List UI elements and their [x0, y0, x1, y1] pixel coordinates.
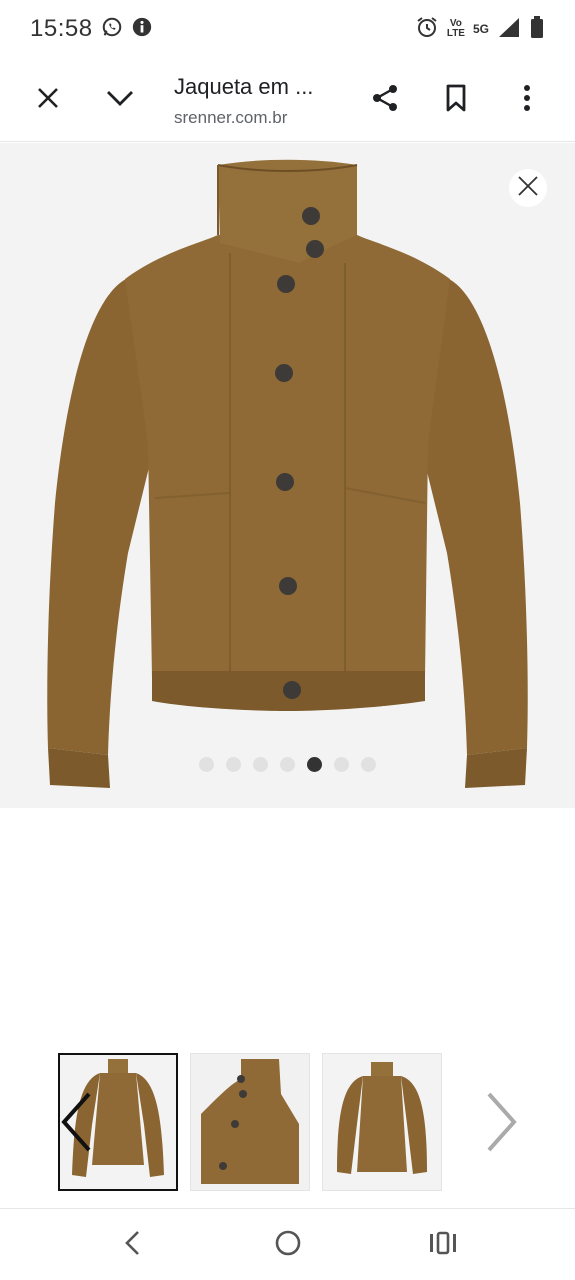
- carousel-dot[interactable]: [253, 757, 268, 772]
- thumbnail-collar-detail[interactable]: [190, 1053, 310, 1191]
- close-icon: [36, 86, 60, 115]
- carousel-dots: [0, 757, 575, 772]
- battery-icon: [529, 15, 545, 44]
- status-left: 15:58: [30, 15, 153, 43]
- close-viewer-button[interactable]: [509, 169, 547, 207]
- thumbnail-image: [191, 1054, 309, 1190]
- bookmark-icon: [445, 84, 467, 117]
- more-options-button[interactable]: [499, 72, 555, 128]
- carousel-dot[interactable]: [334, 757, 349, 772]
- back-button[interactable]: [102, 1223, 162, 1267]
- status-right: Vo LTE 5G: [415, 15, 545, 44]
- carousel-dot[interactable]: [280, 757, 295, 772]
- carousel-dot-active[interactable]: [307, 757, 322, 772]
- bookmark-button[interactable]: [428, 72, 484, 128]
- chevron-right-icon: [485, 1091, 519, 1158]
- page-url: srenner.com.br: [174, 108, 288, 127]
- home-icon: [274, 1229, 302, 1262]
- network-label: Vo LTE: [446, 18, 465, 39]
- thumbnail-next-button[interactable]: [482, 1089, 522, 1159]
- thumbnail-strip: [0, 1053, 575, 1191]
- alarm-icon: [415, 15, 439, 44]
- back-icon: [123, 1230, 141, 1261]
- share-icon: [370, 83, 400, 118]
- browser-toolbar: Jaqueta em ... srenner.com.br: [0, 58, 575, 142]
- home-button[interactable]: [258, 1223, 318, 1267]
- carousel-dot[interactable]: [226, 757, 241, 772]
- page-title: Jaqueta em ...: [174, 74, 314, 99]
- product-image-viewer[interactable]: [0, 143, 575, 808]
- close-button[interactable]: [20, 72, 76, 128]
- carousel-dot[interactable]: [361, 757, 376, 772]
- whatsapp-icon: [101, 16, 123, 43]
- minimize-button[interactable]: [92, 72, 148, 128]
- chevron-left-icon: [59, 1091, 93, 1158]
- signal-icon: [497, 16, 521, 43]
- status-bar: 15:58 Vo LTE 5G: [0, 0, 575, 58]
- close-icon: [517, 175, 539, 202]
- system-navigation-bar: [0, 1208, 575, 1280]
- thumbnail-back[interactable]: [322, 1053, 442, 1191]
- info-icon: [131, 16, 153, 43]
- thumbnail-prev-button[interactable]: [56, 1089, 96, 1159]
- carousel-dot[interactable]: [199, 757, 214, 772]
- chevron-down-icon: [106, 89, 134, 112]
- more-vert-icon: [523, 84, 531, 117]
- thumbnail-image: [337, 1062, 427, 1174]
- network-5g: 5G: [472, 22, 489, 36]
- status-time: 15:58: [30, 15, 93, 42]
- recents-button[interactable]: [413, 1223, 473, 1267]
- recents-icon: [428, 1231, 458, 1260]
- product-image-jacket: [47, 159, 528, 788]
- share-button[interactable]: [357, 72, 413, 128]
